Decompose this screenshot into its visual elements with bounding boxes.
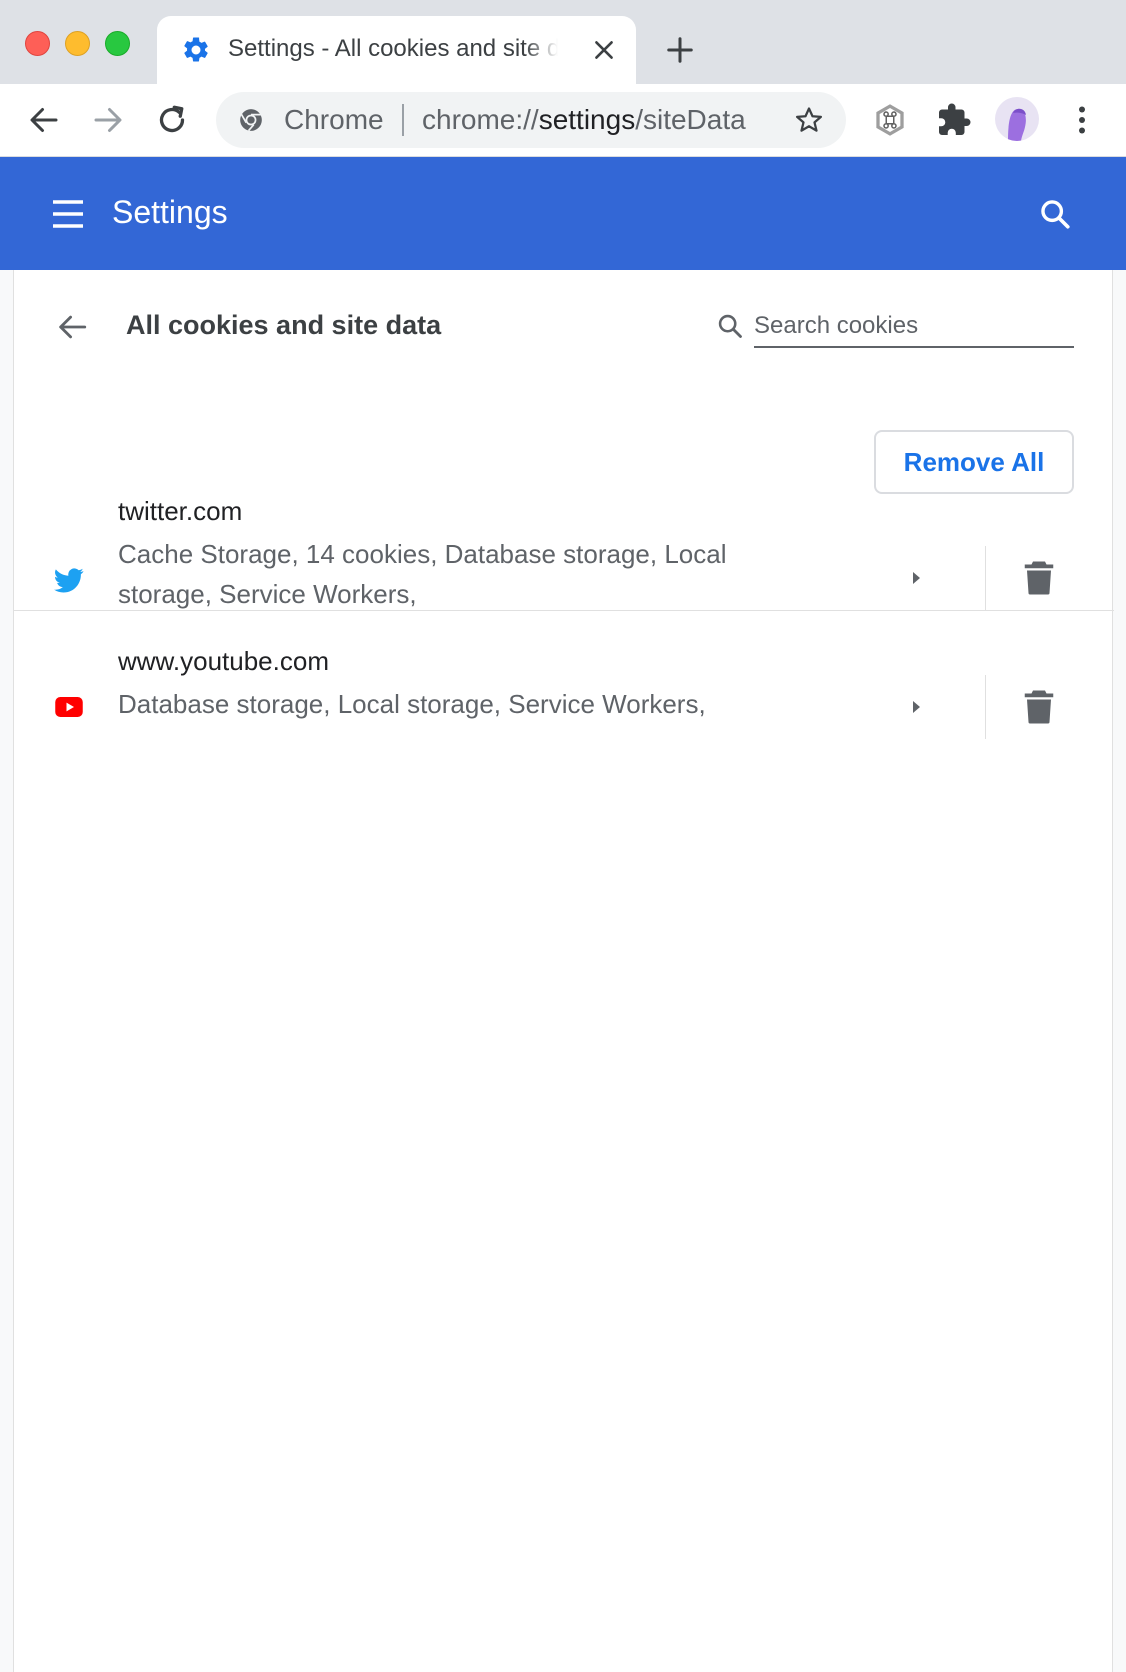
window-minimize-button[interactable] (65, 31, 90, 56)
site-name: www.youtube.com (118, 646, 329, 676)
site-row[interactable]: www.youtube.com Database storage, Local … (14, 646, 1114, 760)
more-vert-icon[interactable] (1064, 102, 1100, 138)
tab-title: Settings - All cookies and site data (228, 35, 558, 62)
search-cookies-input[interactable] (754, 306, 1074, 348)
tab-close-icon[interactable] (591, 37, 617, 63)
settings-title: Settings (112, 194, 228, 230)
command-extension-icon[interactable] (872, 102, 908, 138)
url-path: /siteData (635, 104, 746, 135)
search-icon[interactable] (1038, 197, 1072, 231)
remove-all-button[interactable]: Remove All (874, 430, 1074, 494)
extensions-puzzle-icon[interactable] (936, 102, 972, 138)
profile-avatar[interactable] (995, 97, 1039, 141)
expand-arrow-icon[interactable] (904, 566, 928, 590)
reload-icon[interactable] (154, 102, 190, 138)
settings-gear-icon (184, 37, 208, 62)
site-description: Cache Storage, 14 cookies, Database stor… (118, 539, 727, 609)
delete-trash-icon[interactable] (1024, 689, 1054, 725)
page-title: All cookies and site data (126, 310, 442, 340)
window-close-button[interactable] (25, 31, 50, 56)
row-divider (985, 675, 986, 739)
settings-header: Settings (0, 157, 1126, 270)
hamburger-menu-icon[interactable] (50, 199, 86, 229)
omnibox-url: chrome://settings/siteData (422, 104, 746, 136)
expand-arrow-icon[interactable] (904, 695, 928, 719)
bookmark-star-icon[interactable] (794, 105, 824, 135)
address-bar[interactable]: Chrome chrome://settings/siteData (216, 92, 846, 148)
back-icon[interactable] (26, 102, 62, 138)
site-row[interactable]: twitter.com Cache Storage, 14 cookies, D… (14, 496, 1114, 611)
delete-trash-icon[interactable] (1024, 560, 1054, 596)
row-divider (985, 546, 986, 610)
omnibox-chrome-label: Chrome (284, 104, 384, 135)
chrome-icon (240, 109, 262, 132)
twitter-icon (54, 568, 84, 593)
search-cookies-icon (718, 314, 742, 338)
cookies-card: All cookies and site data Remove All twi… (13, 270, 1114, 1672)
forward-icon[interactable] (90, 102, 126, 138)
new-tab-icon[interactable] (665, 35, 695, 65)
browser-toolbar: Chrome chrome://settings/siteData (0, 84, 1126, 157)
youtube-icon (55, 697, 83, 717)
active-tab[interactable]: Settings - All cookies and site data (157, 16, 636, 84)
profile-avatar-icon (1008, 108, 1026, 141)
title-bar: Settings - All cookies and site data (0, 0, 1126, 84)
site-description: Database storage, Local storage, Service… (118, 689, 706, 719)
cookie-search (714, 306, 1088, 350)
back-arrow-icon[interactable] (55, 310, 89, 344)
url-host: settings (538, 104, 636, 135)
window-maximize-button[interactable] (105, 31, 130, 56)
url-prefix: chrome:// (422, 104, 539, 135)
site-name: twitter.com (118, 496, 243, 526)
omnibox-separator (402, 104, 404, 136)
